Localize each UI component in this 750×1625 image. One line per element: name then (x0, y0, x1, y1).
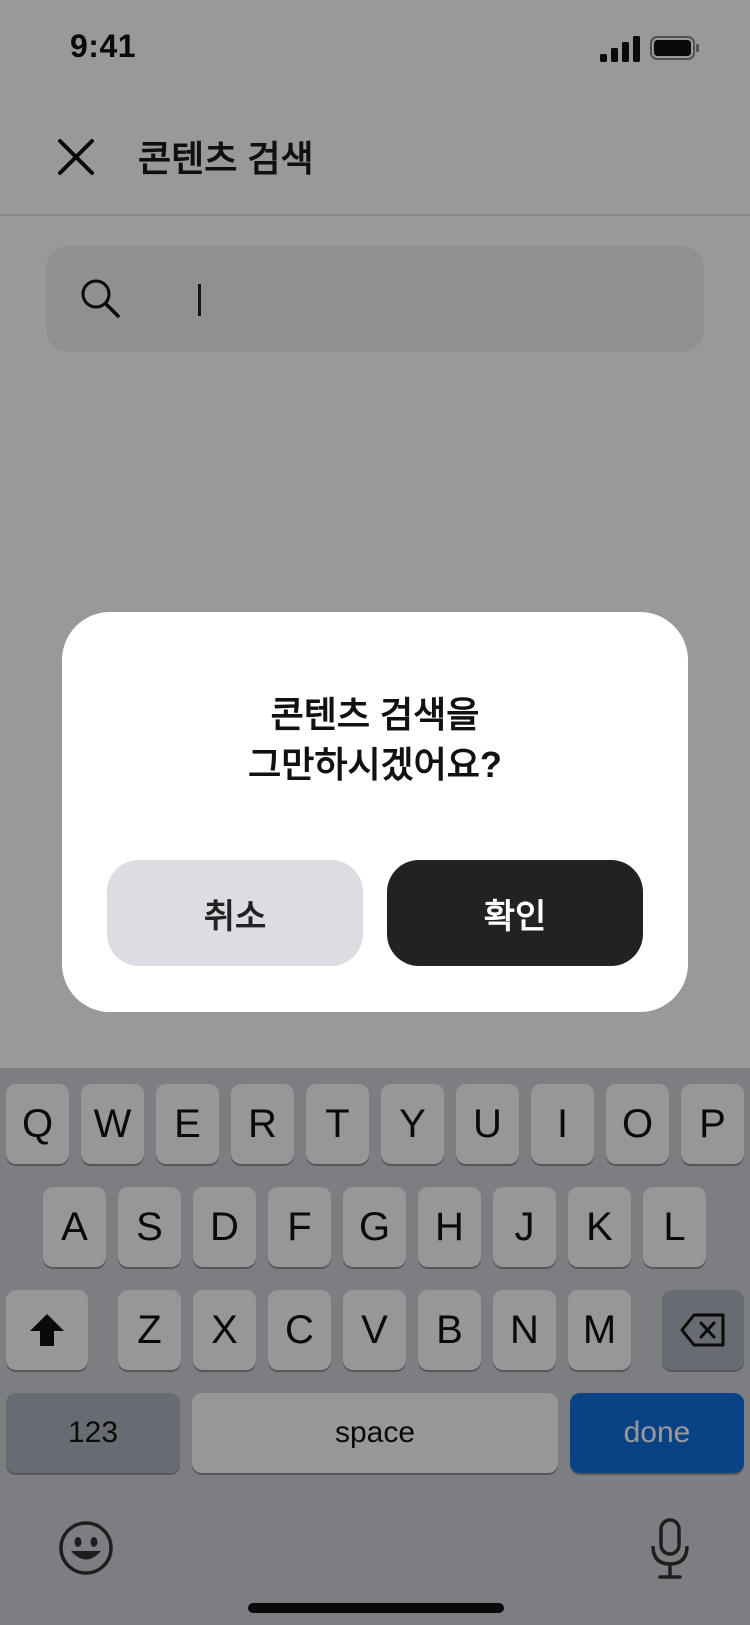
dialog-message-line-1: 콘텐츠 검색을 (270, 694, 480, 735)
cancel-button[interactable]: 취소 (107, 860, 363, 966)
dialog-message-line-2: 그만하시겠어요? (248, 744, 502, 785)
dialog-message: 콘텐츠 검색을 그만하시겠어요? (62, 690, 688, 790)
confirm-dialog: 콘텐츠 검색을 그만하시겠어요? 취소 확인 (62, 612, 688, 1012)
confirm-button[interactable]: 확인 (387, 860, 643, 966)
